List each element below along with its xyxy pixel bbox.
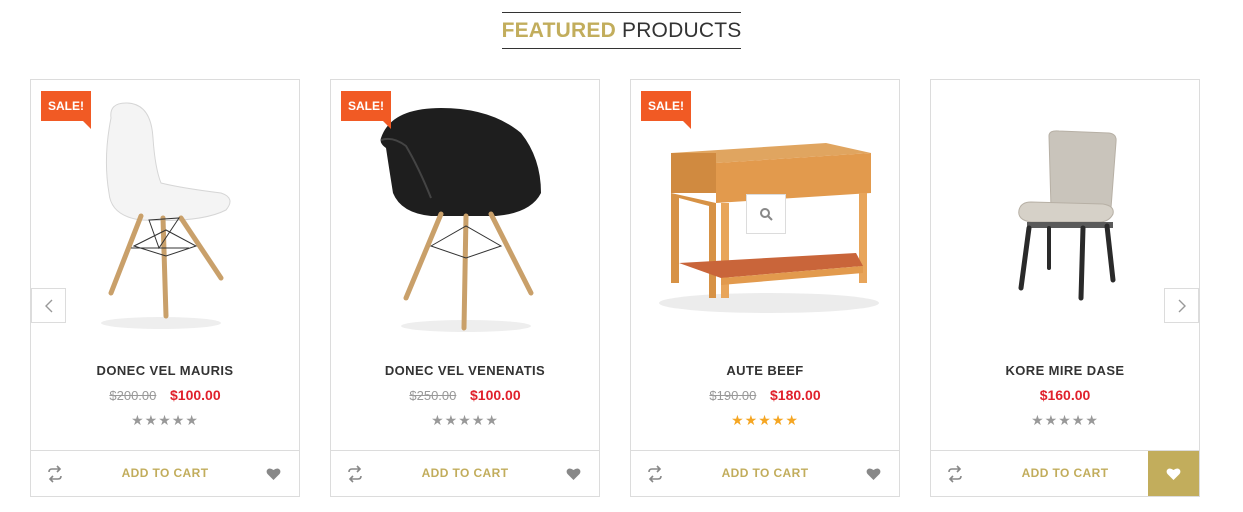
refresh-icon: [648, 465, 662, 483]
section-title-box: FEATURED PRODUCTS: [501, 12, 742, 49]
star-icon: ★: [731, 412, 745, 428]
sale-badge: SALE!: [41, 91, 91, 129]
heart-icon: [566, 468, 581, 480]
upholstered-chair-icon: [1018, 130, 1117, 301]
product-card[interactable]: SALE! DONEC VEL VENENATIS $250.00 $100.0…: [330, 79, 600, 497]
wishlist-button[interactable]: [1148, 451, 1199, 496]
carousel-next-button[interactable]: [1164, 288, 1199, 323]
heart-icon: [266, 468, 281, 480]
rating-stars: ★★★★★: [931, 412, 1199, 429]
star-icon: ★: [185, 412, 199, 428]
product-image-white-chair[interactable]: [31, 98, 299, 338]
chevron-right-icon: [1178, 299, 1186, 312]
price: $180.00: [770, 387, 821, 403]
carousel-prev-button[interactable]: [31, 288, 66, 323]
product-name[interactable]: KORE MIRE DASE: [931, 363, 1199, 378]
rating-stars: ★★★★★: [631, 412, 899, 429]
wishlist-button[interactable]: [548, 451, 599, 496]
refresh-icon: [348, 465, 362, 483]
product-name[interactable]: AUTE BEEF: [631, 363, 899, 378]
compare-button[interactable]: [946, 465, 964, 483]
star-icon: ★: [1085, 412, 1099, 428]
star-icon: ★: [144, 412, 159, 428]
star-icon: ★: [485, 412, 499, 428]
heart-icon: [866, 468, 881, 480]
star-icon: ★: [444, 412, 459, 428]
product-actions: ADD TO CART: [31, 450, 299, 496]
star-icon: ★: [771, 412, 786, 428]
star-icon: ★: [431, 412, 445, 428]
star-icon: ★: [785, 412, 799, 428]
price-block: $160.00: [931, 387, 1199, 403]
rating-stars: ★★★★★: [31, 412, 299, 429]
product-name[interactable]: DONEC VEL MAURIS: [31, 363, 299, 378]
star-icon: ★: [471, 412, 486, 428]
price: $160.00: [1039, 387, 1091, 403]
star-icon: ★: [458, 412, 472, 428]
price-block: $250.00 $100.00: [331, 387, 599, 403]
product-actions: ADD TO CART: [631, 450, 899, 496]
product-card[interactable]: SALE! AUTE BEEF $190.00 $180.00 ★★★★★ AD…: [630, 79, 900, 497]
refresh-icon: [48, 465, 62, 483]
section-title: FEATURED PRODUCTS: [0, 12, 1243, 49]
compare-button[interactable]: [646, 465, 664, 483]
search-icon: [760, 208, 773, 221]
product-image-upholstered-chair[interactable]: [931, 98, 1199, 338]
old-price: $200.00: [109, 388, 157, 403]
old-price: $190.00: [709, 388, 757, 403]
star-icon: ★: [1044, 412, 1059, 428]
price-block: $200.00 $100.00: [31, 387, 299, 403]
star-icon: ★: [158, 412, 172, 428]
title-rest: PRODUCTS: [621, 19, 742, 42]
product-actions: ADD TO CART: [931, 450, 1199, 496]
compare-button[interactable]: [346, 465, 364, 483]
black-armchair-icon: [380, 108, 541, 332]
star-icon: ★: [744, 412, 759, 428]
wishlist-button[interactable]: [248, 451, 299, 496]
product-grid: SALE! DONEC VEL MAURIS $200.00 $100.00 ★…: [30, 79, 1200, 497]
rating-stars: ★★★★★: [331, 412, 599, 429]
product-card[interactable]: SALE! DONEC VEL MAURIS $200.00 $100.00 ★…: [30, 79, 300, 497]
star-icon: ★: [1071, 412, 1086, 428]
product-name[interactable]: DONEC VEL VENENATIS: [331, 363, 599, 378]
title-accent: FEATURED: [501, 19, 616, 42]
product-image-black-armchair[interactable]: [331, 98, 599, 338]
heart-icon: [1166, 468, 1181, 480]
price: $100.00: [170, 387, 221, 403]
product-actions: ADD TO CART: [331, 450, 599, 496]
quickview-button[interactable]: [746, 194, 786, 234]
compare-button[interactable]: [46, 465, 64, 483]
star-icon: ★: [171, 412, 186, 428]
star-icon: ★: [131, 412, 145, 428]
wishlist-button[interactable]: [848, 451, 899, 496]
chevron-left-icon: [44, 299, 52, 312]
sale-badge: SALE!: [341, 91, 391, 129]
sale-badge: SALE!: [641, 91, 691, 129]
price-block: $190.00 $180.00: [631, 387, 899, 403]
refresh-icon: [948, 465, 962, 483]
star-icon: ★: [758, 412, 772, 428]
price: $100.00: [470, 387, 521, 403]
star-icon: ★: [1031, 412, 1045, 428]
white-eames-chair-icon: [101, 102, 231, 329]
old-price: $250.00: [409, 388, 457, 403]
star-icon: ★: [1058, 412, 1072, 428]
product-card[interactable]: KORE MIRE DASE $160.00 ★★★★★ ADD TO CART: [930, 79, 1200, 497]
